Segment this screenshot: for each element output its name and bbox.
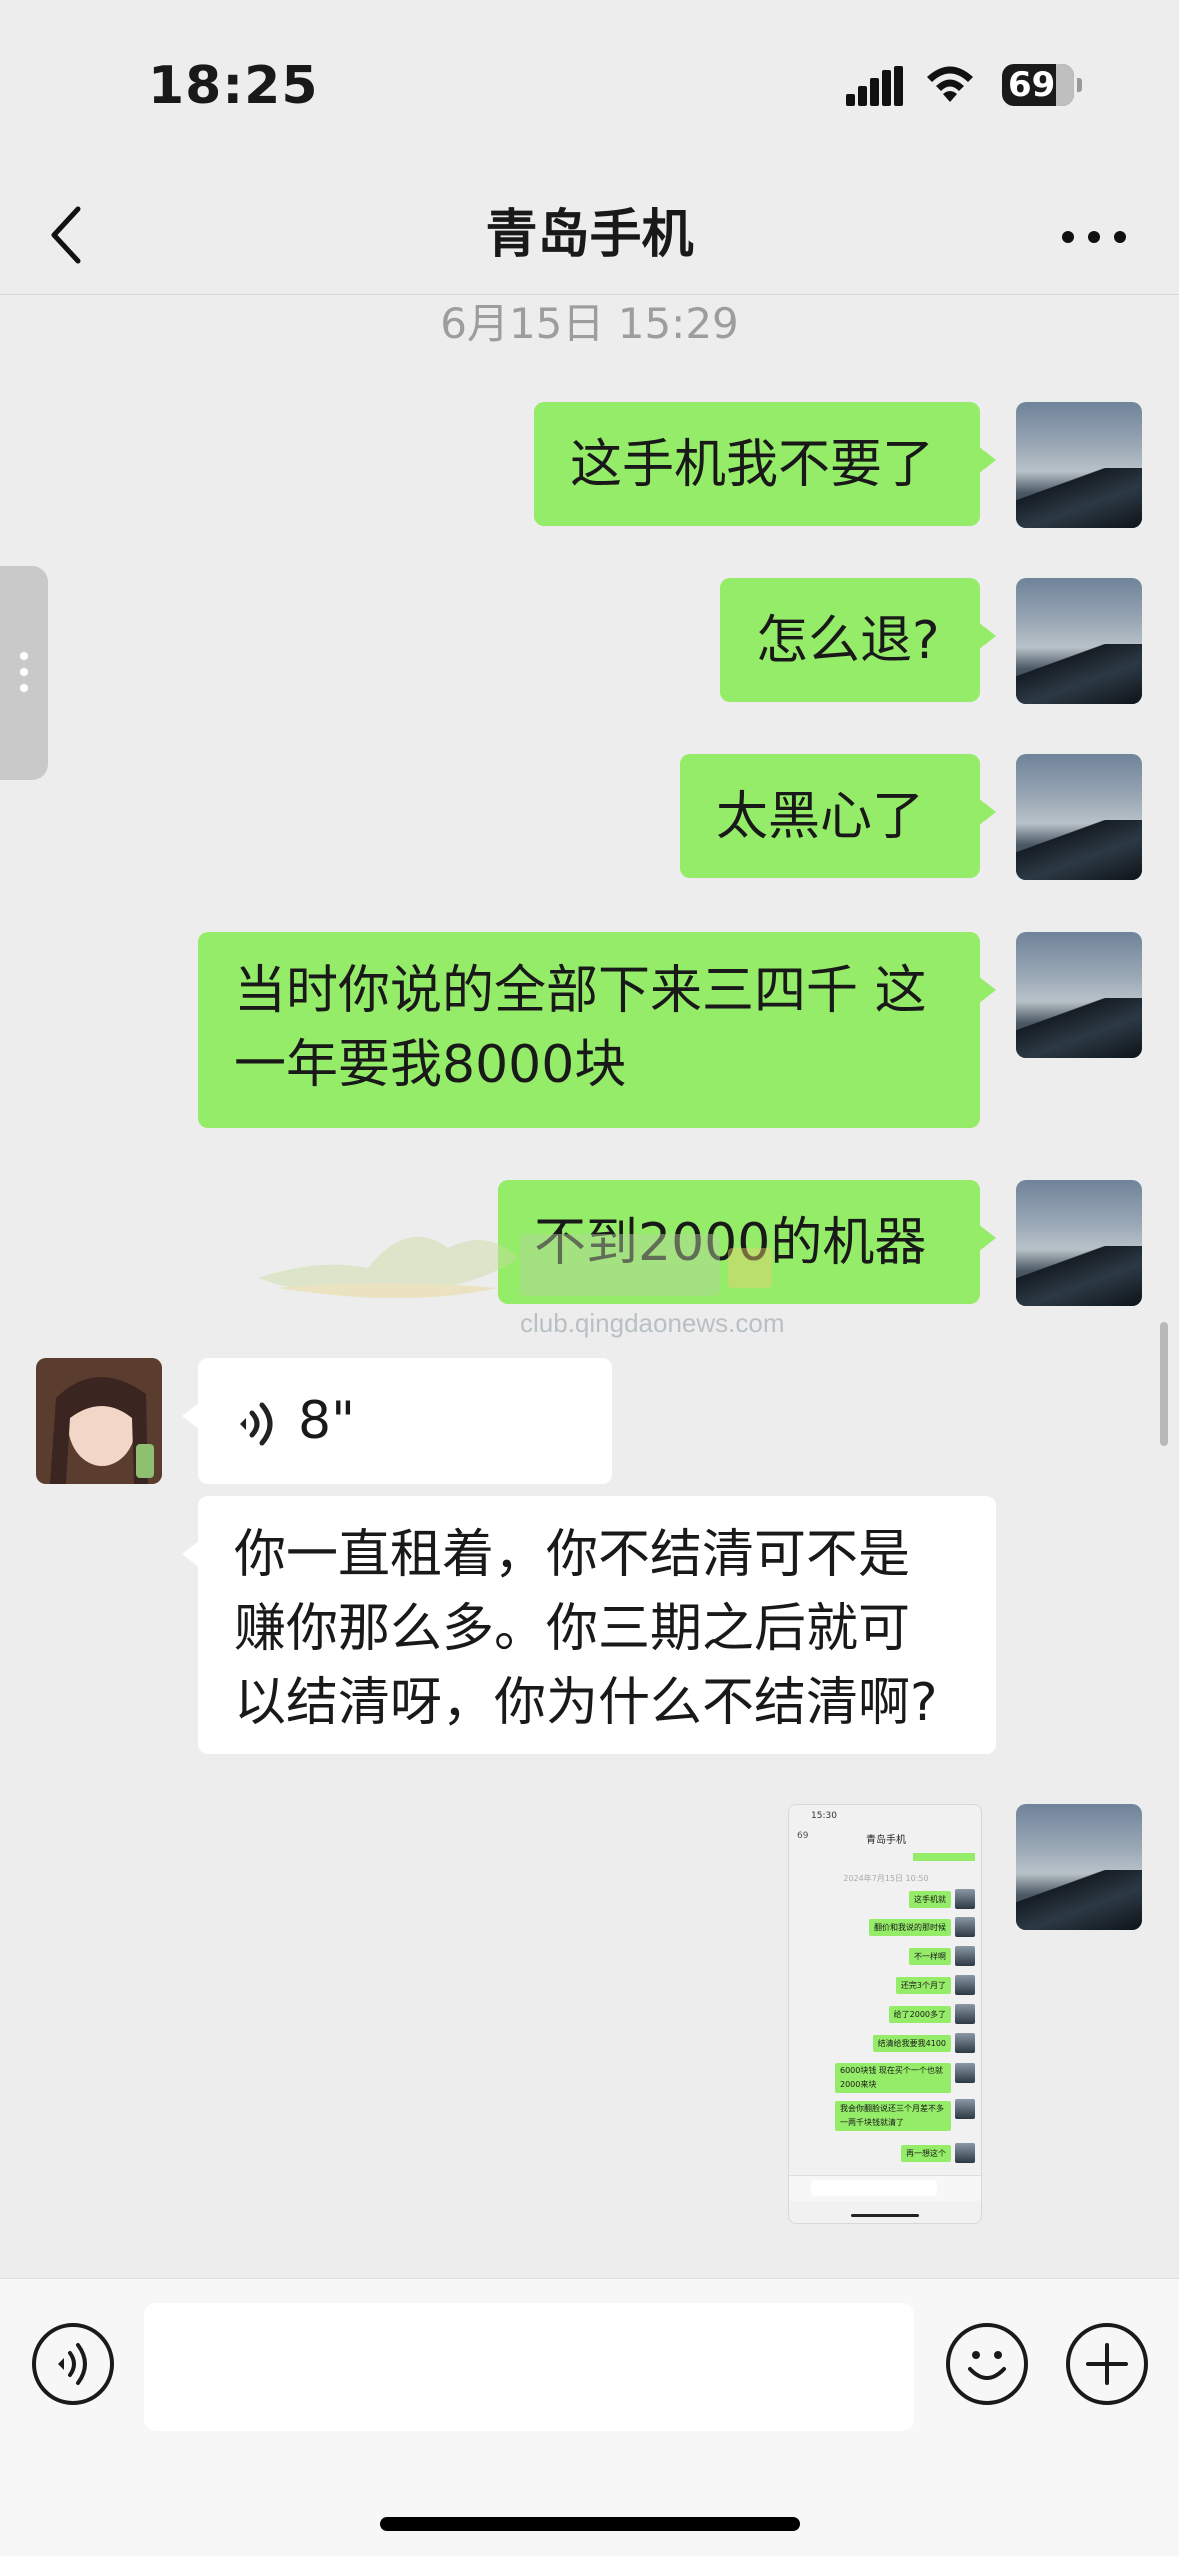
battery-level: 69 [1008,65,1056,105]
avatar[interactable] [1016,1180,1142,1306]
thumb-home-indicator [851,2214,919,2217]
voice-message-bubble[interactable]: 8" [182,1358,612,1484]
message-bubble[interactable]: 你一直租着，你不结清可不是 赚你那么多。你三期之后就可 以结清呀，你为什么不结清… [182,1496,996,1754]
status-bar: 18:25 69 [0,0,1179,175]
voice-wave-icon [240,1402,273,1446]
message-text-line: 你一直租着，你不结清可不是 [234,1525,911,1585]
message-text-line: 一年要我8000块 [234,1035,627,1095]
thumb-message: 再一想这个 [901,2145,951,2162]
emoji-icon[interactable] [946,2323,1028,2405]
message-text-line: 赚你那么多。你三期之后就可 [234,1599,911,1659]
message-text: 这手机我不要了 [570,435,935,495]
thumb-title: 69 青岛手机 [797,1831,906,1846]
battery-cap [1077,78,1082,92]
screenshot-image-message[interactable]: 15:30 69 青岛手机 2024年7月15日 10:50 这手机就 翻价和我… [788,1804,982,2224]
chat-title: 青岛手机 [485,205,694,265]
voice-duration: 8" [298,1391,356,1451]
status-time: 18:25 [148,56,319,116]
avatar[interactable] [1016,932,1142,1058]
thumb-input-bar [789,2175,981,2201]
scroll-indicator[interactable] [1160,1322,1168,1446]
message-bubble[interactable]: 怎么退? [720,578,996,702]
thumb-message: 我会你翻脸说还三个月差不多一两千块钱就清了 [835,2101,951,2131]
message-input[interactable] [144,2303,914,2431]
wifi-icon [927,66,973,102]
thumb-message: 这手机就 [909,1891,951,1908]
voice-input-icon[interactable] [32,2323,114,2405]
avatar[interactable] [36,1358,162,1484]
thumb-message: 不一样啊 [909,1948,951,1965]
avatar[interactable] [1016,402,1142,528]
avatar[interactable] [1016,754,1142,880]
avatar[interactable] [1016,1804,1142,1930]
thumb-message: 还完3个月了 [895,1977,951,1994]
thumb-message: 给了2000多了 [888,2006,951,2023]
cellular-signal-icon [846,66,903,106]
avatar[interactable] [1016,578,1142,704]
watermark-text: club.qingdaonews.com [520,1308,785,1338]
message-text: 怎么退? [756,611,940,671]
battery-icon: 69 [1002,64,1074,106]
side-drawer-handle[interactable] [0,566,48,780]
message-text-line: 当时你说的全部下来三四千 这 [234,961,927,1021]
message-text: 不到2000的机器 [534,1213,927,1273]
thumb-message: 结清给我要我4100 [872,2035,951,2052]
nav-bar: 青岛手机 [0,175,1179,295]
thumb-message: 6000块钱 现在买个一个也就2000来块 [835,2063,951,2093]
thumb-date: 2024年7月15日 10:50 [843,1874,929,1883]
home-indicator [380,2517,800,2531]
message-text: 太黑心了 [716,787,925,847]
message-bubble[interactable]: 当时你说的全部下来三四千 这 一年要我8000块 [198,932,996,1128]
ellipsis-icon[interactable] [1058,197,1130,273]
input-bar [0,2278,1179,2556]
thumb-status-time: 15:30 [811,1811,837,1821]
message-bubble[interactable]: 太黑心了 [680,754,996,878]
message-text-line: 以结清呀，你为什么不结清啊? [234,1673,938,1733]
thumb-message: 翻价和我说的那时候 [869,1919,951,1936]
message-bubble[interactable]: 不到2000的机器 [498,1180,996,1304]
message-timestamp: 6月15日 15:29 [440,299,739,348]
message-bubble[interactable]: 这手机我不要了 [534,402,996,526]
plus-icon[interactable] [1066,2323,1148,2405]
